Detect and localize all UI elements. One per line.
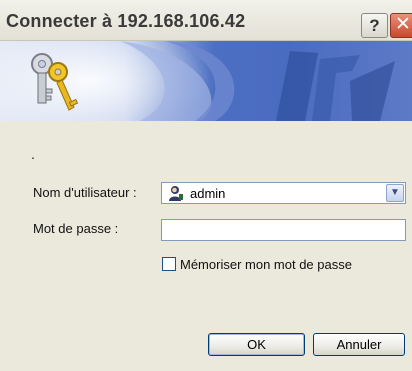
banner-graphic (0, 41, 395, 121)
chevron-down-icon[interactable]: ▼ (386, 184, 404, 202)
title-bar[interactable]: Connecter à 192.168.106.42 ? ✕ (0, 0, 412, 41)
password-label: Mot de passe : (33, 221, 119, 236)
username-combobox[interactable]: admin ▼ (161, 182, 406, 204)
cancel-button[interactable]: Annuler (313, 333, 405, 356)
close-button[interactable]: ✕ (390, 13, 412, 38)
help-button[interactable]: ? (361, 13, 388, 38)
ok-button[interactable]: OK (208, 333, 305, 356)
password-field[interactable] (161, 219, 406, 241)
status-text: . (31, 146, 35, 162)
remember-label[interactable]: Mémoriser mon mot de passe (180, 257, 352, 272)
user-icon (168, 185, 184, 206)
window-title: Connecter à 192.168.106.42 (6, 11, 246, 31)
login-dialog: Connecter à 192.168.106.42 ? ✕ . Nom d'u… (0, 0, 412, 371)
remember-checkbox[interactable] (162, 257, 176, 271)
dialog-banner (0, 41, 412, 121)
username-label: Nom d'utilisateur : (33, 185, 137, 200)
username-value: admin (190, 186, 226, 201)
